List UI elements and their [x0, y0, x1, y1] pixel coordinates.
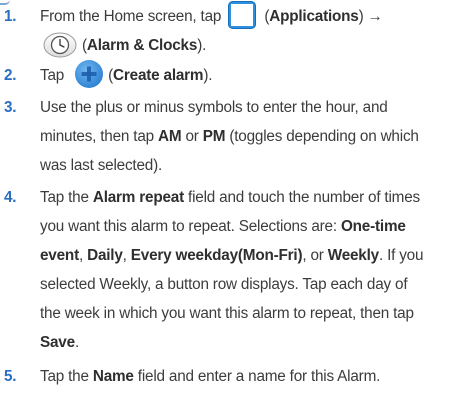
- step-number: 1.: [4, 8, 17, 25]
- step-body: From the Home screen, tap (Applications)…: [40, 0, 468, 60]
- step-number: 4.: [4, 189, 17, 206]
- create-alarm-icon: [75, 60, 104, 88]
- step-line: From the Home screen, tap (Applications)…: [40, 0, 468, 31]
- step-text: ).: [203, 67, 213, 85]
- step-text: ,: [122, 247, 127, 264]
- step-text: ).: [197, 37, 207, 54]
- step-line: you want this alarm to repeat. Selection…: [40, 212, 468, 241]
- step-text: you want this alarm to repeat. Selection…: [40, 218, 337, 235]
- option-one-time-cont: event: [40, 247, 79, 264]
- step-body: Use the plus or minus symbols to enter t…: [40, 93, 468, 180]
- step-body: Tap the Alarm repeat field and touch the…: [40, 183, 468, 357]
- applications-icon: [228, 0, 257, 29]
- step-text: , or: [302, 247, 324, 264]
- am-label: AM: [158, 128, 182, 145]
- applications-label: Applications: [269, 8, 359, 25]
- step-line: (Alarm & Clocks).: [40, 31, 468, 60]
- step-text: minutes, then tap: [40, 128, 154, 145]
- step-line: minutes, then tap AM or PM (toggles depe…: [40, 122, 468, 151]
- step-number: 5.: [4, 368, 17, 385]
- step-text: Tap: [40, 67, 65, 85]
- step-line: event, Daily, Every weekday(Mon-Fri), or…: [40, 241, 468, 270]
- option-daily: Daily: [87, 247, 123, 264]
- step-text: ) →: [358, 8, 383, 25]
- create-alarm-label: Create alarm: [113, 67, 204, 85]
- step-text: Tap the: [40, 189, 89, 206]
- step-text: or: [185, 128, 199, 145]
- alarm-repeat-label: Alarm repeat: [92, 189, 184, 206]
- pm-label: PM: [202, 128, 226, 145]
- option-one-time: One-time: [340, 218, 406, 235]
- name-field-label: Name: [92, 368, 134, 385]
- step-line: Tap (Create alarm).: [40, 60, 468, 90]
- step-line: Tap the Name field and enter a name for …: [40, 362, 468, 391]
- step-text: (toggles depending on which: [229, 128, 419, 145]
- step-line: Use the plus or minus symbols to enter t…: [40, 99, 388, 116]
- step-text: From the Home screen, tap: [40, 8, 222, 25]
- step-line: the week in which you want this alarm to…: [40, 305, 414, 322]
- alarm-clocks-label: Alarm & Clocks: [86, 37, 198, 54]
- step-text: . If you: [378, 247, 424, 264]
- option-weekly: Weekly: [327, 247, 379, 264]
- step-body: Tap (Create alarm).: [40, 60, 468, 90]
- step-line: selected Weekly, a button row displays. …: [40, 276, 408, 293]
- step-text: .: [74, 334, 79, 351]
- step-text: field and enter a name for this Alarm.: [137, 368, 381, 385]
- step-number: 3.: [4, 99, 17, 116]
- step-text: Tap the: [40, 368, 89, 385]
- alarm-clock-icon: [43, 32, 77, 58]
- step-line: Save.: [40, 328, 468, 357]
- save-label: Save: [40, 334, 75, 351]
- option-every-weekday: Every weekday(Mon-Fri): [130, 247, 303, 264]
- step-body: Tap the Name field and enter a name for …: [40, 362, 468, 391]
- step-line: Tap the Alarm repeat field and touch the…: [40, 183, 468, 212]
- step-text: field and touch the number of times: [188, 189, 420, 206]
- step-text: ,: [78, 247, 84, 264]
- step-number: 2.: [4, 67, 17, 84]
- step-line: was last selected).: [40, 157, 163, 174]
